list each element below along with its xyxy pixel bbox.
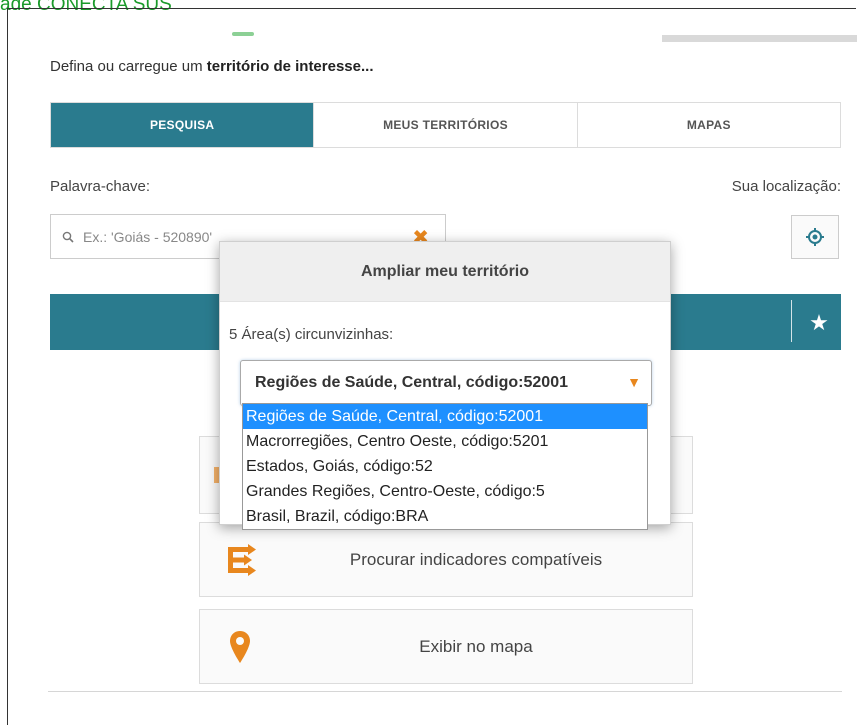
intro-text: Defina ou carregue um território de inte… xyxy=(50,58,374,75)
top-gray-bar xyxy=(662,35,857,42)
star-icon[interactable]: ★ xyxy=(800,305,838,341)
locate-button[interactable] xyxy=(791,215,839,259)
keyword-label: Palavra-chave: xyxy=(50,178,151,195)
area-option[interactable]: Brasil, Brazil, código:BRA xyxy=(243,504,647,529)
dialog-subtitle: 5 Área(s) circunvizinhas: xyxy=(229,326,394,343)
show-on-map-label: Exibir no mapa xyxy=(419,636,533,656)
area-options-list: Regiões de Saúde, Central, código:52001 … xyxy=(242,403,648,530)
tab-meus-territorios[interactable]: MEUS TERRITÓRIOS xyxy=(313,103,577,147)
area-option[interactable]: Macrorregiões, Centro Oeste, código:5201 xyxy=(243,429,647,454)
intro-bold: território de interesse... xyxy=(206,58,374,75)
area-option[interactable]: Estados, Goiás, código:52 xyxy=(243,454,647,479)
decorative-mark xyxy=(232,32,254,36)
show-on-map-button[interactable]: Exibir no mapa xyxy=(199,609,693,684)
area-option[interactable]: Regiões de Saúde, Central, código:52001 xyxy=(243,404,647,429)
find-indicators-button[interactable]: Procurar indicadores compatíveis xyxy=(199,522,693,597)
flow-arrows-icon xyxy=(200,543,280,577)
area-select[interactable]: Regiões de Saúde, Central, código:52001 … xyxy=(240,360,652,406)
crosshair-icon xyxy=(806,228,824,246)
location-label: Sua localização: xyxy=(731,178,841,195)
area-option[interactable]: Grandes Regiões, Centro-Oeste, código:5 xyxy=(243,479,647,504)
find-indicators-label: Procurar indicadores compatíveis xyxy=(349,549,603,569)
tab-mapas[interactable]: MAPAS xyxy=(576,103,840,147)
area-select-value: Regiões de Saúde, Central, código:52001 xyxy=(255,374,568,391)
search-icon xyxy=(55,231,81,243)
intro-plain: Defina ou carregue um xyxy=(50,58,207,75)
tab-pesquisa[interactable]: PESQUISA xyxy=(51,103,314,147)
chevron-down-icon: ▼ xyxy=(627,374,641,390)
bottom-divider xyxy=(48,691,842,692)
favorite-divider xyxy=(791,300,792,342)
tab-bar: PESQUISA MEUS TERRITÓRIOS MAPAS xyxy=(50,102,841,148)
dialog-title: Ampliar meu território xyxy=(220,242,670,302)
map-pin-icon xyxy=(200,630,280,664)
